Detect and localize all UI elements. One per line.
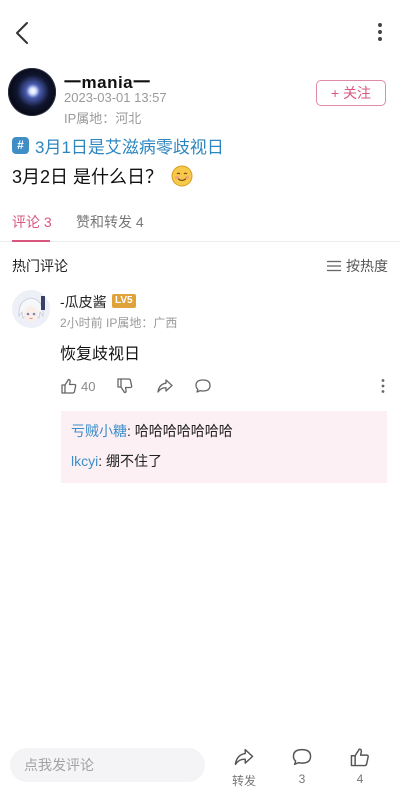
post-ip-location: IP属地：河北 bbox=[64, 111, 142, 126]
sort-button[interactable]: 按热度 bbox=[327, 256, 388, 276]
post-like-button[interactable]: 4 bbox=[340, 746, 380, 794]
reply-item[interactable]: lkcyi: 绷不住了 bbox=[71, 451, 377, 471]
speech-bubble-icon bbox=[195, 379, 211, 393]
author-avatar[interactable] bbox=[8, 68, 56, 116]
blushing-smile-emoji-icon bbox=[171, 165, 193, 187]
top-bar bbox=[0, 0, 400, 64]
post-tabs: 评论 3 赞和转发 4 bbox=[0, 202, 400, 242]
comment-meta: 2小时前 IP属地：广西 bbox=[60, 316, 178, 330]
post-body: 3月2日 是什么日？ bbox=[12, 163, 193, 189]
thumbs-down-icon bbox=[117, 378, 133, 394]
speech-bubble-icon bbox=[292, 748, 312, 766]
reply-separator: : bbox=[127, 423, 135, 439]
post-comment-button[interactable]: 3 bbox=[282, 746, 322, 794]
comment-like-count: 40 bbox=[81, 378, 96, 394]
reply-text: 哈哈哈哈哈哈哈 bbox=[134, 423, 233, 439]
reply-username[interactable]: lkcyi bbox=[71, 453, 98, 469]
anime-avatar-image bbox=[12, 290, 50, 328]
comment-more-button[interactable] bbox=[374, 376, 392, 396]
reply-separator: : bbox=[98, 453, 107, 469]
commenter-avatar[interactable] bbox=[12, 290, 50, 328]
back-button[interactable] bbox=[10, 18, 36, 48]
thumbs-up-icon bbox=[350, 748, 369, 767]
tab-likes-shares[interactable]: 赞和转发 4 bbox=[76, 212, 144, 232]
comment-item: -瓜皮酱 LV5 2小时前 IP属地：广西 恢复歧视日 40 亏贼小糖: 哈哈哈… bbox=[12, 290, 388, 490]
comment-dislike-button[interactable] bbox=[116, 376, 134, 396]
topic-text: 3月1日是艾滋病零歧视日 bbox=[35, 137, 224, 157]
post-author: 一mania一 2023-03-01 13:57 IP属地：河北 + 关注 bbox=[8, 68, 392, 126]
post-text: 3月2日 是什么日？ bbox=[12, 167, 164, 187]
comment-like-button[interactable]: 40 bbox=[60, 376, 95, 396]
hot-comments-title: 热门评论 bbox=[12, 258, 68, 274]
reply-item[interactable]: 亏贼小糖: 哈哈哈哈哈哈哈 bbox=[71, 421, 377, 441]
share-arrow-icon bbox=[234, 748, 254, 766]
follow-button[interactable]: + 关注 bbox=[316, 80, 386, 106]
sort-lines-icon bbox=[327, 260, 341, 272]
chevron-left-icon bbox=[16, 22, 28, 44]
like-count: 4 bbox=[356, 772, 364, 786]
hot-comments-header: 热门评论 按热度 bbox=[12, 256, 388, 276]
topic-link[interactable]: # 3月1日是艾滋病零歧视日 bbox=[12, 134, 224, 157]
share-arrow-icon bbox=[157, 379, 173, 393]
comment-replies: 亏贼小糖: 哈哈哈哈哈哈哈 lkcyi: 绷不住了 bbox=[61, 411, 387, 483]
comment-text: 恢复歧视日 bbox=[60, 346, 141, 363]
comment-count: 3 bbox=[298, 772, 306, 786]
thumbs-up-icon bbox=[61, 378, 77, 394]
post-share-button[interactable]: 转发 bbox=[224, 746, 264, 794]
hashtag-icon: # bbox=[12, 136, 29, 154]
reply-text: 绷不住了 bbox=[106, 453, 163, 469]
comment-share-button[interactable] bbox=[156, 376, 174, 396]
active-tab-indicator bbox=[12, 240, 50, 242]
commenter-name[interactable]: -瓜皮酱 bbox=[60, 292, 107, 312]
tab-comments[interactable]: 评论 3 bbox=[12, 212, 52, 232]
comment-reply-button[interactable] bbox=[194, 376, 212, 396]
sort-label: 按热度 bbox=[346, 258, 388, 274]
reply-username[interactable]: 亏贼小糖 bbox=[71, 423, 127, 439]
vertical-dots-icon bbox=[381, 379, 385, 393]
more-options-button[interactable] bbox=[370, 18, 390, 48]
comment-input[interactable] bbox=[10, 748, 205, 782]
vertical-dots-icon bbox=[378, 23, 382, 41]
share-label: 转发 bbox=[231, 774, 256, 788]
comment-actions: 40 bbox=[60, 376, 388, 398]
bottom-action-bar: 转发 3 4 bbox=[0, 740, 400, 800]
post-time: 2023-03-01 13:57 bbox=[64, 90, 167, 105]
level-badge: LV5 bbox=[112, 294, 136, 308]
